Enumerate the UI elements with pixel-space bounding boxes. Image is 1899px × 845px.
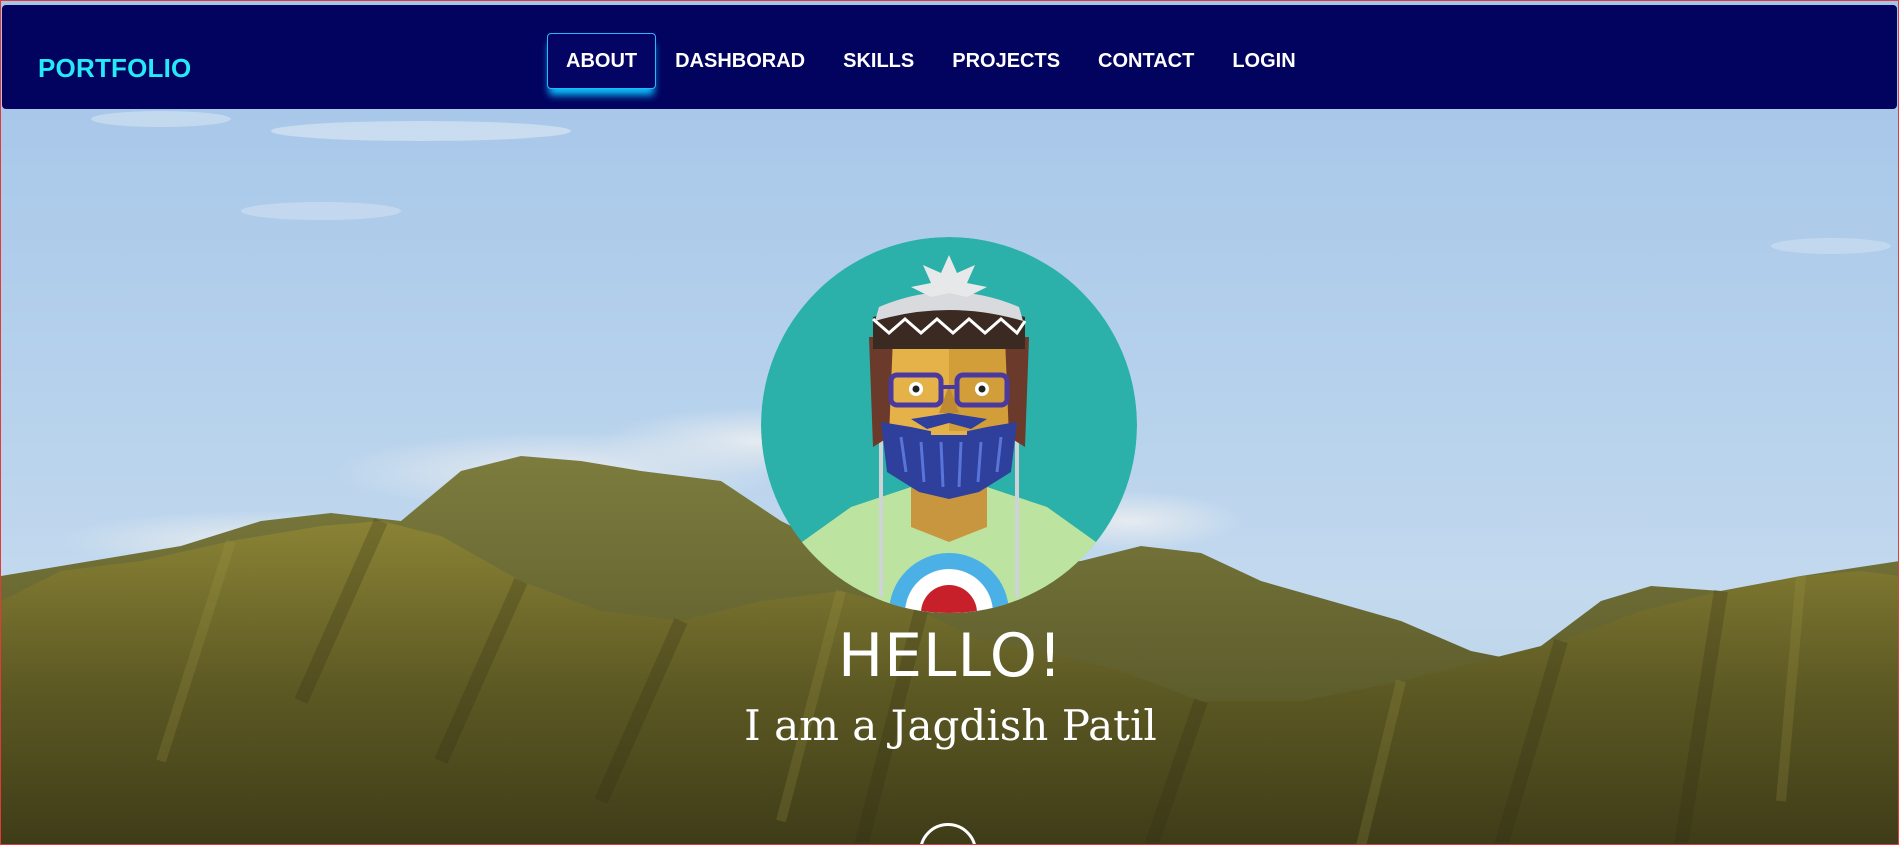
hero-subtitle: I am a Jagdish Patil	[744, 701, 1157, 750]
page-frame: PORTFOLIO ABOUT DASHBORAD SKILLS PROJECT…	[0, 0, 1899, 845]
nav-item-skills[interactable]: SKILLS	[824, 34, 933, 88]
nav-item-contact[interactable]: CONTACT	[1079, 34, 1213, 88]
hero-greeting: HELLO!	[837, 621, 1064, 691]
nav-item-about[interactable]: ABOUT	[547, 33, 657, 89]
brand-logo[interactable]: PORTFOLIO	[38, 53, 191, 84]
top-navbar: PORTFOLIO ABOUT DASHBORAD SKILLS PROJECT…	[2, 5, 1897, 109]
profile-avatar	[761, 237, 1137, 613]
nav-item-projects[interactable]: PROJECTS	[933, 34, 1079, 88]
bearded-man-illustration	[761, 237, 1137, 613]
main-nav: ABOUT DASHBORAD SKILLS PROJECTS CONTACT …	[547, 33, 1315, 89]
nav-item-dashboard[interactable]: DASHBORAD	[656, 34, 824, 88]
nav-item-login[interactable]: LOGIN	[1213, 34, 1314, 88]
